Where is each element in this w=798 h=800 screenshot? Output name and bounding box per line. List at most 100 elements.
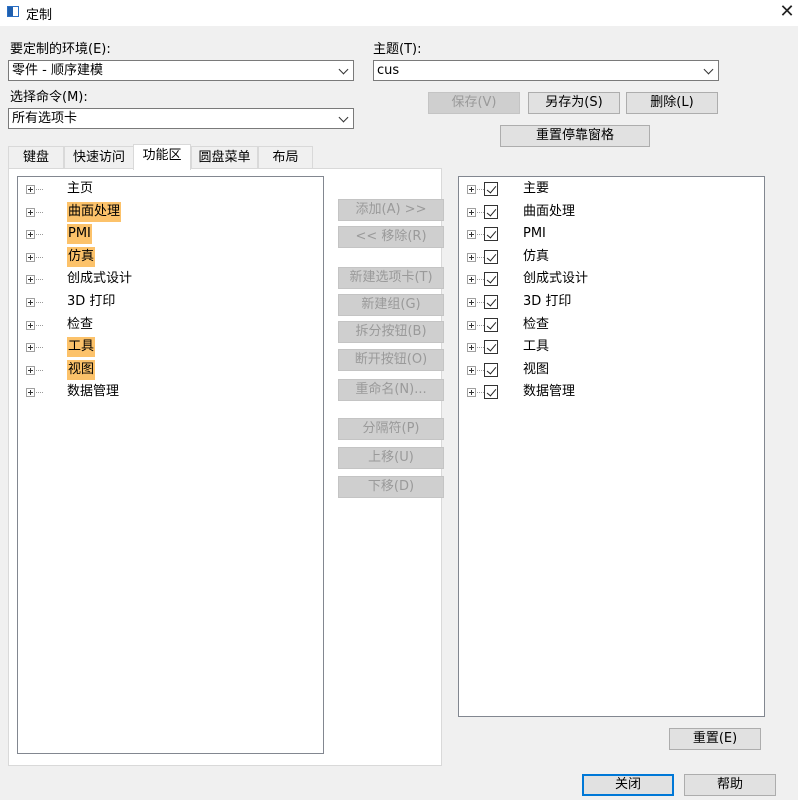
expand-plus-icon[interactable] (26, 185, 35, 194)
checkbox-checked-icon[interactable] (484, 340, 498, 355)
close-icon[interactable]: ✕ (776, 0, 798, 24)
tree-connector (36, 279, 43, 281)
tab-quick-access[interactable]: 快速访问 (64, 146, 134, 168)
checkbox-checked-icon[interactable] (484, 227, 498, 242)
tree-connector (477, 256, 484, 258)
expand-plus-icon[interactable] (26, 230, 35, 240)
tree-connector (477, 189, 484, 190)
chevron-down-icon (703, 64, 714, 75)
checkbox-checked-icon[interactable] (484, 249, 498, 264)
expand-plus-icon[interactable] (467, 252, 476, 262)
expand-plus-icon[interactable] (467, 275, 476, 285)
tree-connector (477, 302, 484, 303)
tree-connector (477, 369, 484, 371)
checkbox-checked-icon[interactable] (484, 385, 498, 400)
expand-plus-icon[interactable] (26, 298, 35, 307)
reset-button[interactable]: 重置(E) (669, 728, 761, 750)
tree-connector (36, 256, 43, 258)
command-select-value: 所有选项卡 (12, 111, 78, 126)
tree-item-label: 主页 (67, 181, 94, 196)
theme-label: 主题(T): (373, 42, 422, 57)
expand-plus-icon[interactable] (26, 388, 35, 398)
tab-radial-menu[interactable]: 圆盘菜单 (191, 146, 258, 168)
available-commands-tree[interactable]: 主页 曲面处理 PMI 仿真 创成式设计 3D 打印 检查 工具 视图 数据管理 (17, 176, 324, 754)
expand-plus-icon[interactable] (467, 298, 476, 307)
new-tab-button[interactable]: 新建选项卡(T) (338, 267, 444, 289)
ribbon-tabs-tree[interactable]: 主要曲面处理 PMI 仿真创成式设计 3D 打印检查工具视图数据管理 (458, 176, 765, 717)
close-button[interactable]: 关闭 (582, 774, 674, 796)
tree-item-label: 曲面处理 (523, 203, 576, 219)
checkbox-checked-icon[interactable] (484, 272, 498, 287)
new-group-button[interactable]: 新建组(G) (338, 294, 444, 316)
break-button-button[interactable]: 断开按钮(O) (338, 349, 444, 371)
tree-connector (36, 392, 43, 394)
tree-item-label: 3D 打印 (67, 294, 116, 309)
command-select[interactable]: 所有选项卡 (8, 108, 354, 129)
checkbox-checked-icon[interactable] (484, 295, 498, 309)
checkbox-checked-icon[interactable] (484, 204, 498, 219)
chevron-down-icon (338, 112, 349, 123)
command-label: 选择命令(M): (10, 90, 88, 105)
tree-item-label: 工具 (523, 339, 550, 355)
checkbox-checked-icon[interactable] (484, 182, 498, 196)
expand-plus-icon[interactable] (26, 320, 35, 330)
expand-plus-icon[interactable] (467, 343, 476, 353)
chevron-down-icon (338, 64, 349, 75)
expand-plus-icon[interactable] (467, 388, 476, 398)
expand-plus-icon[interactable] (26, 275, 35, 285)
tree-connector (36, 189, 43, 190)
tree-item-label: 工具 (67, 337, 96, 358)
tree-item-label: 创成式设计 (523, 271, 589, 287)
save-as-button[interactable]: 另存为(S) (528, 92, 620, 114)
window-title: 定制 (26, 8, 53, 23)
expand-plus-icon[interactable] (467, 207, 476, 217)
checkbox-checked-icon[interactable] (484, 317, 498, 332)
save-button[interactable]: 保存(V) (428, 92, 520, 114)
split-button-button[interactable]: 拆分按钮(B) (338, 321, 444, 343)
tab-layout[interactable]: 布局 (258, 146, 313, 168)
tree-item-label: 仿真 (523, 248, 550, 264)
env-select[interactable]: 零件 - 顺序建模 (8, 60, 354, 81)
expand-plus-icon[interactable] (26, 207, 35, 217)
tree-item-label: PMI (523, 226, 546, 242)
delete-button[interactable]: 删除(L) (626, 92, 718, 114)
tree-item-label: 检查 (523, 316, 550, 332)
remove-button[interactable]: << 移除(R) (338, 226, 444, 248)
tree-connector (477, 234, 484, 236)
reset-dock-button[interactable]: 重置停靠窗格 (500, 125, 650, 147)
title-bar (0, 0, 798, 26)
tree-connector (477, 324, 484, 326)
tree-connector (36, 347, 43, 349)
tree-connector (477, 392, 484, 394)
tree-item-label: 视图 (523, 361, 550, 377)
tree-connector (36, 302, 43, 303)
env-label: 要定制的环境(E): (10, 42, 111, 57)
expand-plus-icon[interactable] (467, 365, 476, 375)
move-down-button[interactable]: 下移(D) (338, 476, 444, 498)
expand-plus-icon[interactable] (26, 343, 35, 353)
tab-ribbon[interactable]: 功能区 (133, 144, 191, 170)
theme-select[interactable]: cus (373, 60, 719, 81)
checkbox-checked-icon[interactable] (484, 362, 498, 377)
tree-connector (477, 279, 484, 281)
expand-plus-icon[interactable] (467, 230, 476, 240)
move-up-button[interactable]: 上移(U) (338, 447, 444, 469)
tab-keyboard[interactable]: 键盘 (8, 146, 64, 168)
rename-button[interactable]: 重命名(N)... (338, 379, 444, 401)
tree-item-label: 创成式设计 (67, 271, 133, 287)
help-button[interactable]: 帮助 (684, 774, 776, 796)
tree-connector (36, 234, 43, 236)
expand-plus-icon[interactable] (26, 365, 35, 375)
tree-item-label: 视图 (67, 359, 96, 380)
tree-item-label: 数据管理 (523, 384, 576, 400)
env-select-value: 零件 - 顺序建模 (12, 63, 103, 78)
tree-item-label: 主要 (523, 181, 550, 196)
tree-connector (36, 369, 43, 371)
expand-plus-icon[interactable] (467, 320, 476, 330)
expand-plus-icon[interactable] (26, 252, 35, 262)
add-button[interactable]: 添加(A) >> (338, 199, 444, 221)
expand-plus-icon[interactable] (467, 185, 476, 194)
tree-item-label: 3D 打印 (523, 294, 572, 309)
separator-button[interactable]: 分隔符(P) (338, 418, 444, 440)
tree-connector (36, 211, 43, 213)
